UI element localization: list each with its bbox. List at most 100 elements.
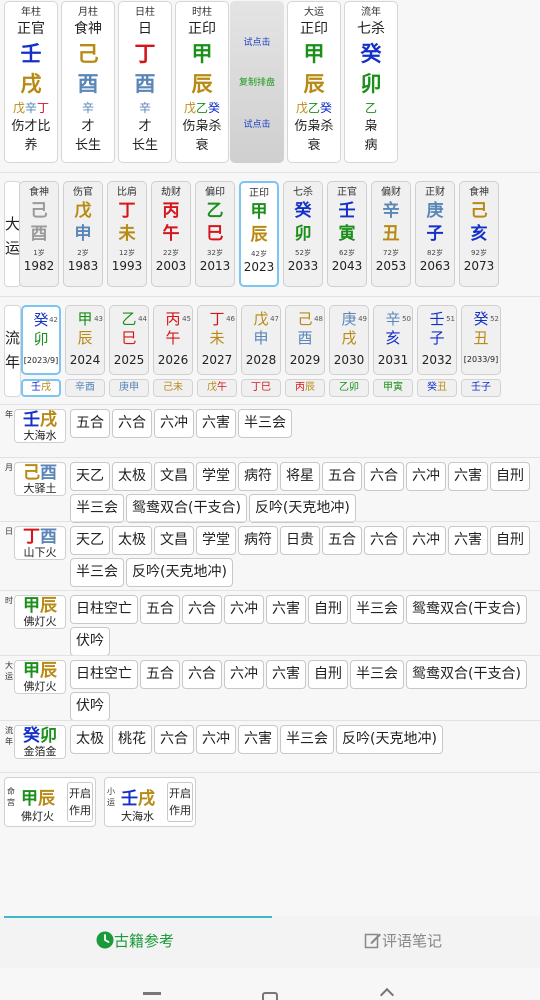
pillar-card[interactable]: 大运 正印甲辰戊乙癸 伤枭杀衰	[287, 1, 341, 163]
dayun-card[interactable]: 食神己亥 92岁 2073	[459, 181, 499, 287]
relation-chip[interactable]: 六合	[364, 462, 404, 491]
relation-ganzhi-box[interactable]: 己酉 大驿土	[14, 462, 66, 496]
relation-chip[interactable]: 六冲	[196, 725, 236, 754]
dayun-card[interactable]: 七杀癸卯 52岁 2033	[283, 181, 323, 287]
relation-chip[interactable]: 反吟(天克地冲)	[126, 558, 233, 587]
relation-chip[interactable]: 太极	[112, 526, 152, 555]
relation-chip[interactable]: 半三会	[350, 660, 404, 689]
dayun-card[interactable]: 伤官戊申 2岁 1983	[63, 181, 103, 287]
dayun-card[interactable]: 正财庚子 82岁 2063	[415, 181, 455, 287]
relation-chip[interactable]: 日贵	[280, 526, 320, 555]
relation-chip[interactable]: 桃花	[112, 725, 152, 754]
relation-chip[interactable]: 太极	[70, 725, 110, 754]
relation-chip[interactable]: 半三会	[350, 595, 404, 624]
relation-chip[interactable]: 天乙	[70, 462, 110, 491]
relation-chip[interactable]: 鸳鸯双合(干支合)	[406, 660, 527, 689]
dayun-card[interactable]: 正印甲辰 42岁 2023	[239, 181, 279, 287]
relation-chip[interactable]: 六合	[182, 660, 222, 689]
pillar-card[interactable]: 月柱 食神己酉辛才长生	[61, 1, 115, 163]
relation-ganzhi-box[interactable]: 丁酉 山下火	[14, 526, 66, 560]
relation-chip[interactable]: 自刑	[308, 595, 348, 624]
copy-chart-button[interactable]: 复制排盘	[230, 75, 284, 88]
pillar-card[interactable]: 时柱 正印甲辰戊乙癸 伤枭杀衰	[175, 1, 229, 163]
liunian-card[interactable]: 乙 44 巳 2025	[109, 305, 149, 375]
relation-chip[interactable]: 文昌	[154, 526, 194, 555]
relation-chip[interactable]: 五合	[322, 462, 362, 491]
liunian-card[interactable]: 壬 51 子 2032	[417, 305, 457, 375]
relation-chip[interactable]: 六害	[196, 409, 236, 438]
relation-chip[interactable]: 六合	[182, 595, 222, 624]
relation-chip[interactable]: 鸳鸯双合(干支合)	[126, 494, 247, 523]
relation-chip[interactable]: 病符	[238, 462, 278, 491]
relation-chip[interactable]: 半三会	[70, 494, 124, 523]
liuyue-tag[interactable]: 辛酉	[65, 379, 105, 397]
relation-ganzhi-box[interactable]: 甲辰 佛灯火	[14, 660, 66, 694]
relation-ganzhi-box[interactable]: 癸卯 金箔金	[14, 725, 66, 759]
relation-chip[interactable]: 天乙	[70, 526, 110, 555]
relation-chip[interactable]: 学堂	[196, 526, 236, 555]
relation-chip[interactable]: 六合	[112, 409, 152, 438]
relation-chip[interactable]: 六合	[364, 526, 404, 555]
relation-chip[interactable]: 六害	[266, 595, 306, 624]
liuyue-tag[interactable]: 甲寅	[373, 379, 413, 397]
liuyue-tag[interactable]: 癸丑	[417, 379, 457, 397]
relation-chip[interactable]: 半三会	[238, 409, 292, 438]
relation-chip[interactable]: 将星	[280, 462, 320, 491]
relation-chip[interactable]: 五合	[140, 595, 180, 624]
relation-chip[interactable]: 六合	[154, 725, 194, 754]
tab-comments-notes[interactable]: 评语笔记	[364, 930, 442, 951]
relation-chip[interactable]: 自刑	[308, 660, 348, 689]
relation-chip[interactable]: 日柱空亡	[70, 595, 138, 624]
relation-chip[interactable]: 六害	[448, 526, 488, 555]
xiaoyun-box[interactable]: 小运 壬戌 大海水 开启作用	[104, 777, 196, 827]
relation-chip[interactable]: 自刑	[490, 462, 530, 491]
relation-chip[interactable]: 六害	[238, 725, 278, 754]
liuyue-tag[interactable]: 丁巳	[241, 379, 281, 397]
relation-chip[interactable]: 病符	[238, 526, 278, 555]
relation-chip[interactable]: 鸳鸯双合(干支合)	[406, 595, 527, 624]
xiaoyun-enable-button[interactable]: 开启作用	[167, 782, 193, 822]
relation-chip[interactable]: 六冲	[406, 462, 446, 491]
relation-chip[interactable]: 日柱空亡	[70, 660, 138, 689]
recents-button[interactable]	[143, 992, 161, 995]
pillar-card[interactable]: 日柱日丁酉辛才长生	[118, 1, 172, 163]
relation-chip[interactable]: 五合	[140, 660, 180, 689]
home-button[interactable]	[262, 992, 278, 1000]
relation-chip[interactable]: 学堂	[196, 462, 236, 491]
liuyue-tag[interactable]: 乙卯	[329, 379, 369, 397]
try-click-button-top[interactable]: 试点击	[230, 35, 284, 48]
relation-chip[interactable]: 反吟(天克地冲)	[248, 494, 356, 523]
relation-chip[interactable]: 伏吟	[70, 627, 110, 656]
dayun-card[interactable]: 劫财丙午 22岁 2003	[151, 181, 191, 287]
liunian-card[interactable]: 辛 50 亥 2031	[373, 305, 413, 375]
liunian-card[interactable]: 丁 46 未 2027	[197, 305, 237, 375]
minggong-enable-button[interactable]: 开启作用	[67, 782, 93, 822]
dayun-card[interactable]: 偏财辛丑 72岁 2053	[371, 181, 411, 287]
liunian-card[interactable]: 癸 52 丑 [2033/9]	[461, 305, 501, 375]
pillar-card[interactable]: 年柱 正官壬戌戊辛丁 伤才比养	[4, 1, 58, 163]
relation-chip[interactable]: 六冲	[154, 409, 194, 438]
try-click-button-bottom[interactable]: 试点击	[230, 117, 284, 130]
minggong-box[interactable]: 命宫 甲辰 佛灯火 开启作用	[4, 777, 96, 827]
relation-chip[interactable]: 半三会	[280, 725, 334, 754]
liunian-card[interactable]: 戊 47 申 2028	[241, 305, 281, 375]
dayun-card[interactable]: 正官壬寅 62岁 2043	[327, 181, 367, 287]
relation-chip[interactable]: 反吟(天克地冲)	[336, 725, 443, 754]
liuyue-tag[interactable]: 庚申	[109, 379, 149, 397]
tab-ancient-reference[interactable]: 古籍参考	[96, 930, 174, 951]
liunian-card[interactable]: 甲 43 辰 2024	[65, 305, 105, 375]
dayun-card[interactable]: 比肩丁未 12岁 1993	[107, 181, 147, 287]
liunian-card[interactable]: 丙 45 午 2026	[153, 305, 193, 375]
pillar-card[interactable]: 流年 七杀癸卯乙枭病	[344, 1, 398, 163]
liuyue-tag[interactable]: 壬戌	[21, 379, 61, 397]
relation-chip[interactable]: 伏吟	[70, 692, 110, 721]
relation-chip[interactable]: 文昌	[154, 462, 194, 491]
relation-chip[interactable]: 六害	[448, 462, 488, 491]
liuyue-tag[interactable]: 己未	[153, 379, 193, 397]
relation-chip[interactable]: 半三会	[70, 558, 124, 587]
relation-ganzhi-box[interactable]: 壬戌 大海水	[14, 409, 66, 443]
liunian-card[interactable]: 己 48 酉 2029	[285, 305, 325, 375]
liunian-card[interactable]: 癸 42 卯 [2023/9]	[21, 305, 61, 375]
relation-chip[interactable]: 自刑	[490, 526, 530, 555]
liuyue-tag[interactable]: 丙辰	[285, 379, 325, 397]
